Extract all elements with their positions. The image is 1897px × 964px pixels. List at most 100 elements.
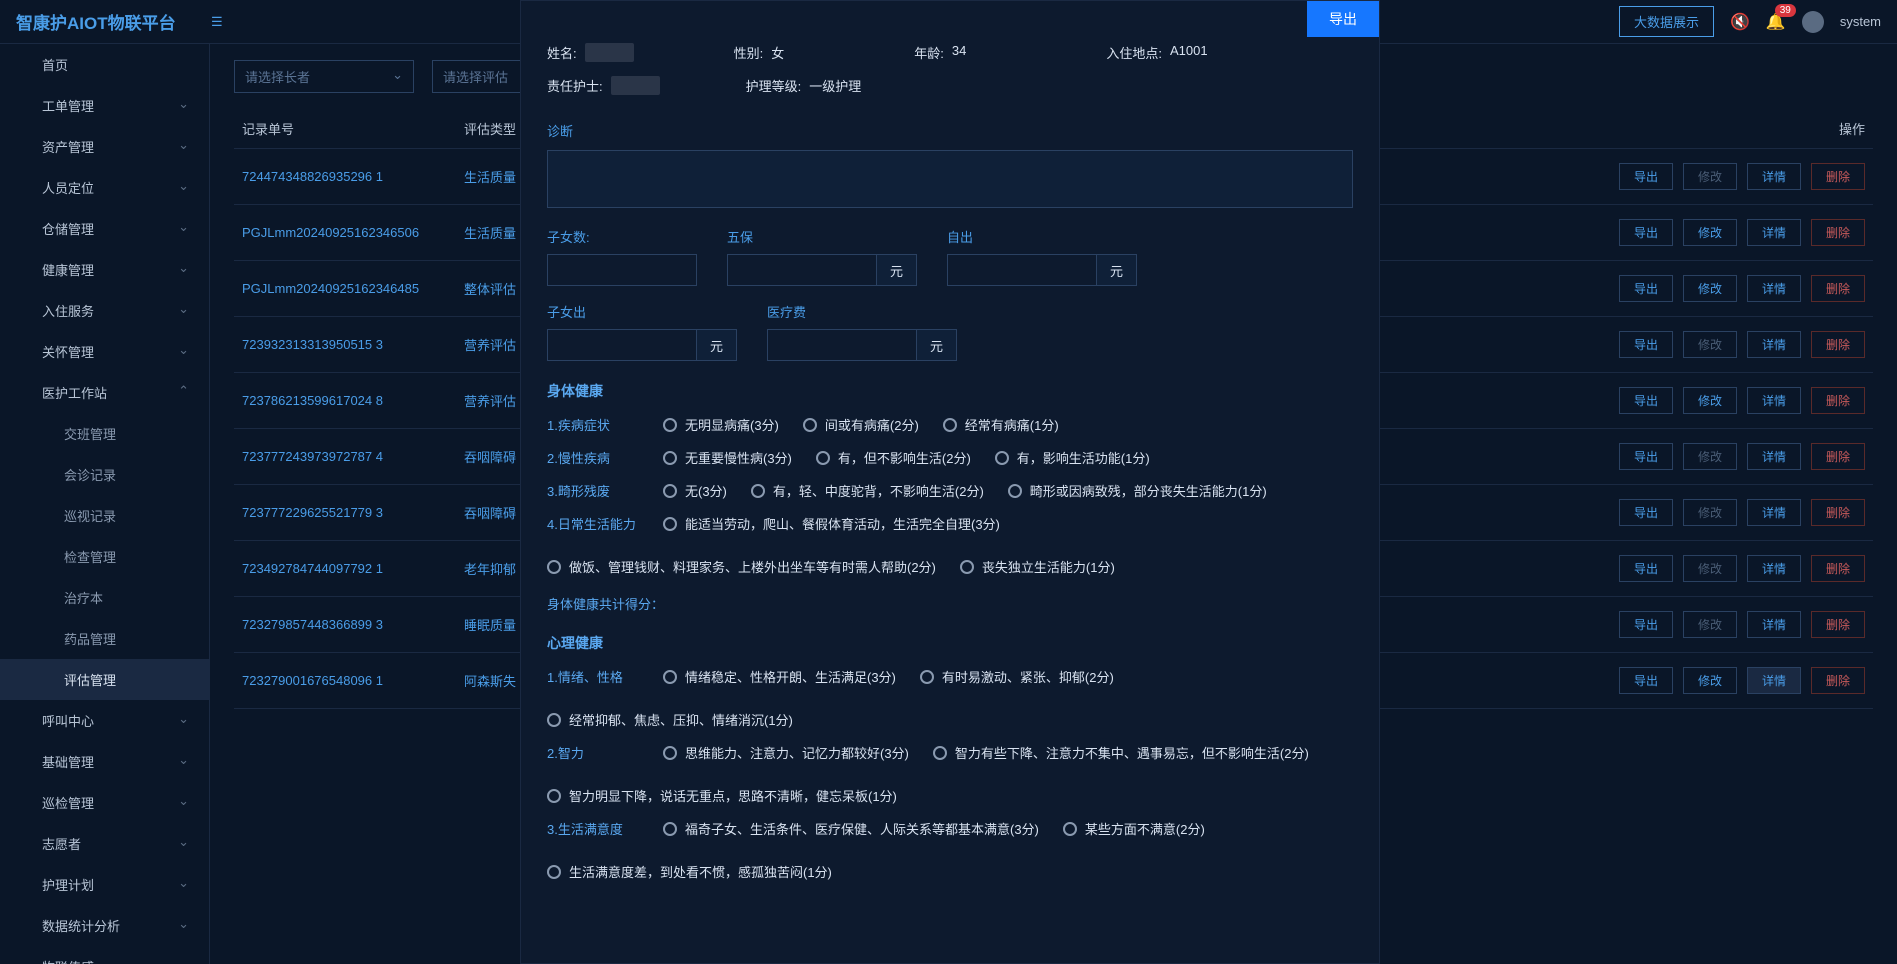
speaker-mute-icon[interactable]: 🔇: [1730, 12, 1750, 32]
radio-option[interactable]: 丧失独立生活能力(1分): [960, 557, 1115, 576]
elder-select[interactable]: 请选择长者: [234, 60, 414, 93]
radio-option[interactable]: 畸形或因病致残，部分丧失生活能力(1分): [1008, 481, 1267, 500]
radio-option[interactable]: 无(3分): [663, 481, 727, 500]
delete-button[interactable]: 删除: [1811, 499, 1865, 526]
delete-button[interactable]: 删除: [1811, 555, 1865, 582]
radio-option[interactable]: 无明显病痛(3分): [663, 415, 779, 434]
children-count-input[interactable]: [547, 254, 697, 286]
detail-button[interactable]: 详情: [1747, 611, 1801, 638]
sidebar-item-6[interactable]: 入住服务: [0, 290, 209, 331]
export-button[interactable]: 导出: [1619, 667, 1673, 694]
edit-button[interactable]: 修改: [1683, 387, 1737, 414]
sidebar-subitem-8-4[interactable]: 治疗本: [0, 577, 209, 618]
radio-option[interactable]: 经常抑郁、焦虑、压抑、情绪消沉(1分): [547, 710, 793, 729]
detail-button[interactable]: 详情: [1747, 387, 1801, 414]
radio-icon: [995, 451, 1009, 465]
sidebar-item-3[interactable]: 人员定位: [0, 167, 209, 208]
radio-option[interactable]: 智力有些下降、注意力不集中、遇事易忘，但不影响生活(2分): [933, 743, 1309, 762]
sidebar-subitem-8-2[interactable]: 巡视记录: [0, 495, 209, 536]
diagnosis-label: 诊断: [547, 121, 1353, 140]
radio-option[interactable]: 有，但不影响生活(2分): [816, 448, 971, 467]
sidebar-item-0[interactable]: 首页: [0, 44, 209, 85]
radio-option[interactable]: 做饭、管理钱财、料理家务、上楼外出坐车等有时需人帮助(2分): [547, 557, 936, 576]
edit-button[interactable]: 修改: [1683, 555, 1737, 582]
radio-option[interactable]: 福奇子女、生活条件、医疗保健、人际关系等都基本满意(3分): [663, 819, 1039, 838]
detail-button[interactable]: 详情: [1747, 667, 1801, 694]
sidebar-item-8[interactable]: 医护工作站: [0, 372, 209, 413]
delete-button[interactable]: 删除: [1811, 275, 1865, 302]
zichu-input[interactable]: [947, 254, 1097, 286]
sidebar-item-5[interactable]: 健康管理: [0, 249, 209, 290]
radio-option[interactable]: 间或有病痛(2分): [803, 415, 919, 434]
radio-option[interactable]: 有，影响生活功能(1分): [995, 448, 1150, 467]
delete-button[interactable]: 删除: [1811, 163, 1865, 190]
radio-option[interactable]: 智力明显下降，说话无重点，思路不清晰，健忘呆板(1分): [547, 786, 897, 805]
edit-button[interactable]: 修改: [1683, 219, 1737, 246]
export-button[interactable]: 导出: [1619, 219, 1673, 246]
detail-button[interactable]: 详情: [1747, 275, 1801, 302]
delete-button[interactable]: 删除: [1811, 611, 1865, 638]
sidebar-subitem-8-1[interactable]: 会诊记录: [0, 454, 209, 495]
menu-toggle-icon[interactable]: ☰: [211, 14, 223, 30]
sidebar-item-11[interactable]: 巡检管理: [0, 782, 209, 823]
sidebar-subitem-8-6[interactable]: 评估管理: [0, 659, 209, 700]
radio-option[interactable]: 生活满意度差，到处看不惯，感孤独苦闷(1分): [547, 862, 832, 881]
delete-button[interactable]: 删除: [1811, 219, 1865, 246]
detail-button[interactable]: 详情: [1747, 499, 1801, 526]
delete-button[interactable]: 删除: [1811, 667, 1865, 694]
notification-bell-icon[interactable]: 🔔 39: [1766, 12, 1786, 32]
radio-option[interactable]: 有时易激动、紧张、抑郁(2分): [920, 667, 1114, 686]
delete-button[interactable]: 删除: [1811, 331, 1865, 358]
delete-button[interactable]: 删除: [1811, 387, 1865, 414]
export-button[interactable]: 导出: [1619, 331, 1673, 358]
export-button[interactable]: 导出: [1619, 499, 1673, 526]
sidebar-item-14[interactable]: 数据统计分析: [0, 905, 209, 946]
sidebar-item-12[interactable]: 志愿者: [0, 823, 209, 864]
sidebar-item-13[interactable]: 护理计划: [0, 864, 209, 905]
avatar[interactable]: [1802, 11, 1824, 33]
sidebar-subitem-8-5[interactable]: 药品管理: [0, 618, 209, 659]
sidebar-subitem-8-3[interactable]: 检查管理: [0, 536, 209, 577]
sidebar-item-9[interactable]: 呼叫中心: [0, 700, 209, 741]
export-button[interactable]: 导出: [1619, 443, 1673, 470]
edit-button[interactable]: 修改: [1683, 667, 1737, 694]
modal-export-button[interactable]: 导出: [1307, 1, 1379, 37]
zinvchu-input[interactable]: [547, 329, 697, 361]
diagnosis-textarea[interactable]: [547, 150, 1353, 208]
radio-option[interactable]: 思维能力、注意力、记忆力都较好(3分): [663, 743, 909, 762]
yiliao-input[interactable]: [767, 329, 917, 361]
detail-button[interactable]: 详情: [1747, 443, 1801, 470]
edit-button[interactable]: 修改: [1683, 331, 1737, 358]
radio-option[interactable]: 无重要慢性病(3分): [663, 448, 792, 467]
detail-button[interactable]: 详情: [1747, 219, 1801, 246]
sidebar-item-7[interactable]: 关怀管理: [0, 331, 209, 372]
export-button[interactable]: 导出: [1619, 555, 1673, 582]
edit-button[interactable]: 修改: [1683, 443, 1737, 470]
sidebar-item-10[interactable]: 基础管理: [0, 741, 209, 782]
sidebar-item-1[interactable]: 工单管理: [0, 85, 209, 126]
export-button[interactable]: 导出: [1619, 275, 1673, 302]
wubao-input[interactable]: [727, 254, 877, 286]
export-button[interactable]: 导出: [1619, 163, 1673, 190]
export-button[interactable]: 导出: [1619, 611, 1673, 638]
detail-button[interactable]: 详情: [1747, 331, 1801, 358]
big-data-button[interactable]: 大数据展示: [1619, 6, 1714, 37]
sidebar-item-2[interactable]: 资产管理: [0, 126, 209, 167]
detail-button[interactable]: 详情: [1747, 163, 1801, 190]
edit-button[interactable]: 修改: [1683, 275, 1737, 302]
radio-option[interactable]: 某些方面不满意(2分): [1063, 819, 1205, 838]
export-button[interactable]: 导出: [1619, 387, 1673, 414]
edit-button[interactable]: 修改: [1683, 163, 1737, 190]
radio-option[interactable]: 经常有病痛(1分): [943, 415, 1059, 434]
sidebar-item-15[interactable]: 物联传感: [0, 946, 209, 964]
sidebar-subitem-8-0[interactable]: 交班管理: [0, 413, 209, 454]
radio-option[interactable]: 有，轻、中度驼背，不影响生活(2分): [751, 481, 984, 500]
radio-option[interactable]: 能适当劳动，爬山、餐假体育活动，生活完全自理(3分): [663, 514, 1000, 533]
detail-button[interactable]: 详情: [1747, 555, 1801, 582]
radio-label: 无重要慢性病(3分): [685, 448, 792, 467]
edit-button[interactable]: 修改: [1683, 611, 1737, 638]
radio-option[interactable]: 情绪稳定、性格开朗、生活满足(3分): [663, 667, 896, 686]
delete-button[interactable]: 删除: [1811, 443, 1865, 470]
sidebar-item-4[interactable]: 仓储管理: [0, 208, 209, 249]
edit-button[interactable]: 修改: [1683, 499, 1737, 526]
